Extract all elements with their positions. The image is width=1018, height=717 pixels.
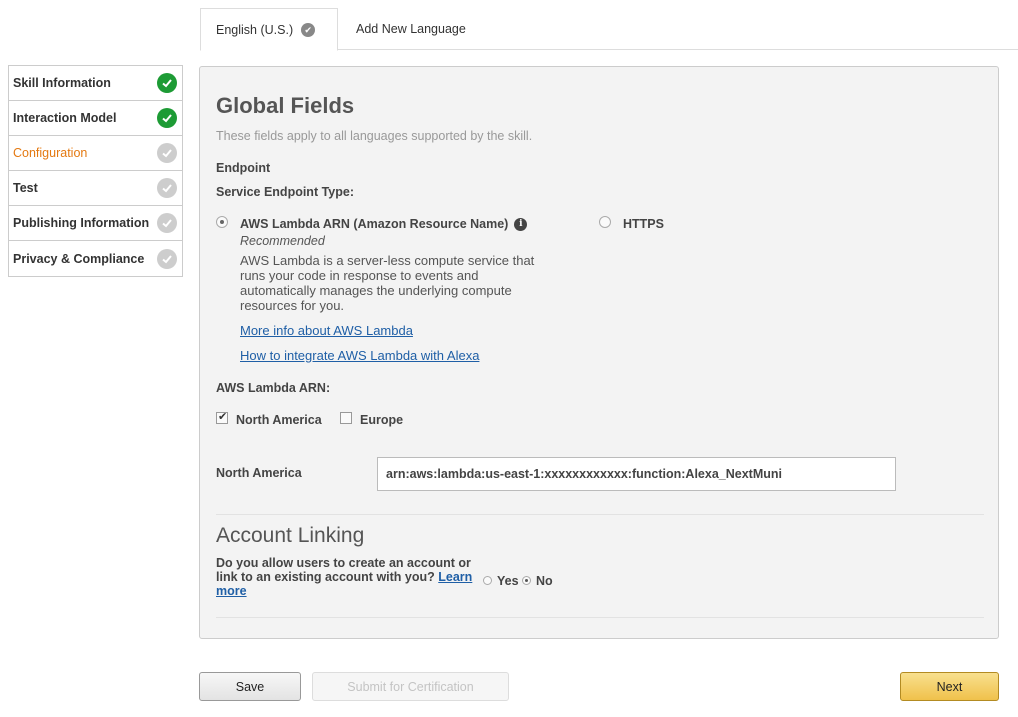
lambda-description: AWS Lambda is a server-less compute serv… — [240, 253, 535, 313]
account-linking-no-label: No — [536, 574, 553, 588]
info-icon[interactable]: i — [514, 217, 528, 231]
sidebar-item-skill-information[interactable]: Skill Information — [9, 66, 182, 101]
sidebar-item-label: Test — [13, 181, 38, 195]
sidebar-item-publishing-information[interactable]: Publishing Information — [9, 206, 182, 241]
sidebar-item-interaction-model[interactable]: Interaction Model — [9, 101, 182, 136]
account-linking-yes-radio[interactable] — [483, 576, 492, 585]
europe-checkbox[interactable] — [340, 412, 352, 424]
configuration-panel: Global Fields These fields apply to all … — [199, 66, 999, 639]
sidebar-item-label: Configuration — [13, 146, 88, 160]
tab-label: English (U.S.) — [216, 22, 294, 37]
check-circle-icon — [157, 108, 177, 128]
check-circle-icon — [157, 248, 177, 269]
tab-add-new-language[interactable]: Add New Language — [356, 8, 466, 50]
account-linking-title: Account Linking — [216, 524, 365, 547]
section-divider — [216, 514, 984, 515]
north-america-arn-input[interactable] — [377, 457, 896, 491]
check-circle-icon — [157, 213, 177, 233]
lambda-arn-radio[interactable] — [216, 216, 228, 228]
sidebar-nav: Skill Information Interaction Model Conf… — [8, 65, 183, 277]
account-linking-question: Do you allow users to create an account … — [216, 556, 476, 598]
sidebar-item-label: Publishing Information — [13, 216, 150, 230]
account-linking-yes-label: Yes — [497, 574, 519, 588]
section-divider — [216, 617, 984, 618]
sidebar-item-label: Interaction Model — [13, 111, 117, 125]
lambda-option-text: AWS Lambda ARN (Amazon Resource Name) — [240, 217, 509, 231]
sidebar-item-privacy-compliance[interactable]: Privacy & Compliance — [9, 241, 182, 276]
check-circle-icon — [157, 178, 177, 198]
sidebar-item-label: Skill Information — [13, 76, 111, 90]
check-circle-icon — [157, 73, 177, 93]
tab-label: Add New Language — [356, 22, 466, 36]
service-endpoint-type-label: Service Endpoint Type: — [216, 185, 354, 199]
global-fields-title: Global Fields — [216, 93, 355, 118]
save-button[interactable]: Save — [199, 672, 301, 701]
global-fields-description: These fields apply to all languages supp… — [216, 129, 533, 143]
https-option-label: HTTPS — [623, 217, 664, 231]
check-circle-icon — [157, 143, 177, 163]
lambda-option-label: AWS Lambda ARN (Amazon Resource Name) i — [240, 217, 528, 231]
check-circle-icon: ✔ — [301, 22, 316, 37]
integrate-lambda-alexa-link[interactable]: How to integrate AWS Lambda with Alexa — [240, 348, 479, 363]
north-america-arn-label: North America — [216, 466, 302, 480]
sidebar-item-test[interactable]: Test — [9, 171, 182, 206]
https-radio[interactable] — [599, 216, 611, 228]
endpoint-label: Endpoint — [216, 161, 271, 175]
submit-for-certification-button[interactable]: Submit for Certification — [312, 672, 509, 701]
recommended-label: Recommended — [240, 234, 325, 248]
more-info-lambda-link[interactable]: More info about AWS Lambda — [240, 323, 413, 338]
account-linking-question-text: Do you allow users to create an account … — [216, 556, 471, 584]
north-america-checkbox[interactable] — [216, 410, 228, 424]
account-linking-no-radio[interactable] — [522, 576, 531, 585]
tab-english-us[interactable]: English (U.S.) ✔ — [200, 8, 338, 51]
north-america-checkbox-label: North America — [236, 413, 322, 427]
sidebar-item-label: Privacy & Compliance — [13, 251, 145, 266]
lambda-arn-label: AWS Lambda ARN: — [216, 381, 331, 395]
sidebar-item-configuration[interactable]: Configuration — [9, 136, 182, 171]
next-button[interactable]: Next — [900, 672, 999, 701]
europe-checkbox-label: Europe — [360, 413, 404, 427]
language-tabs: English (U.S.) ✔ Add New Language — [200, 8, 1018, 51]
